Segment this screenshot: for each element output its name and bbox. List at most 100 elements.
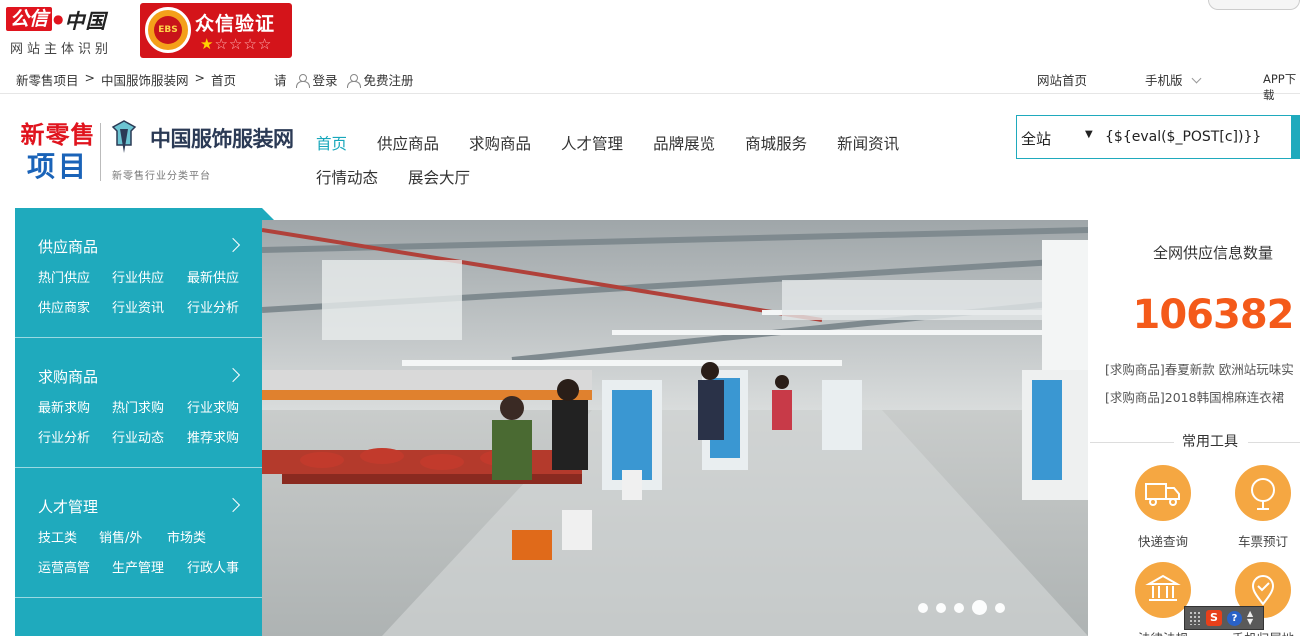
category-link[interactable]: 行业分析 [38, 427, 112, 446]
court-icon [1135, 562, 1191, 618]
breadcrumb-separator: > [194, 70, 205, 85]
slide-dot[interactable] [936, 602, 946, 613]
tools-title: 常用工具 [1182, 434, 1238, 450]
nav-item-talent[interactable]: 人才管理 [561, 132, 623, 154]
category-sidebar: 供应商品 热门供应 行业供应 最新供应 供应商家 行业资讯 行业分析 求购商品 … [15, 208, 274, 636]
mobile-version-dropdown[interactable]: 手机版 [1145, 70, 1201, 89]
tool-express-tracking[interactable]: 快递查询 [1123, 465, 1203, 550]
banner-slideshow[interactable] [262, 220, 1088, 636]
login-link[interactable]: 登录 [313, 70, 338, 89]
slide-dot[interactable] [972, 600, 987, 615]
category-links-row: 最新求购 热门求购 行业求购 [38, 397, 239, 416]
logo-line2: 项目 [26, 150, 89, 183]
drag-handle-icon[interactable] [1189, 611, 1201, 625]
site-home-link[interactable]: 网站首页 [1037, 70, 1087, 89]
nav-item-mall-service[interactable]: 商城服务 [745, 132, 807, 154]
category-link[interactable]: 运营高管 [38, 557, 112, 576]
news-item[interactable]: [求购商品]2018韩国棉麻连衣裙 [1105, 387, 1284, 406]
nav-item-brand-expo[interactable]: 品牌展览 [653, 132, 715, 154]
nav-item-supply[interactable]: 供应商品 [377, 132, 439, 154]
category-title[interactable]: 人才管理 [38, 496, 98, 517]
input-method-toolbar[interactable]: S ? ▲ ▼ [1184, 606, 1264, 630]
star-filled-icon: ★ [200, 35, 215, 53]
news-item[interactable]: [求购商品]春夏新款 欧洲站玩味实 [1105, 359, 1294, 378]
category-purchase: 求购商品 最新求购 热门求购 行业求购 行业分析 行业动态 推荐求购 [15, 338, 262, 468]
register-user-icon [346, 73, 361, 88]
register-link[interactable]: 免费注册 [364, 70, 414, 89]
category-link[interactable]: 行业资讯 [112, 297, 187, 316]
login-area: 请 登录 免费注册 [274, 70, 414, 89]
search-scope-select[interactable]: 全站 [1021, 128, 1051, 149]
breadcrumb-site[interactable]: 中国服饰服装网 [101, 70, 189, 89]
gongxin-red-text: 公信 [6, 7, 53, 31]
category-links-row: 热门供应 行业供应 最新供应 [38, 267, 239, 286]
category-link[interactable]: 行业分析 [187, 297, 239, 316]
category-link[interactable]: 热门求购 [112, 397, 187, 416]
zhongxin-seal-icon: EBS [145, 7, 191, 53]
zhongxin-title: 众信验证 [195, 13, 276, 35]
site-name: 中国服饰服装网 [150, 127, 294, 151]
stats-panel: 全网供应信息数量 106382 [求购商品]春夏新款 欧洲站玩味实 [求购商品]… [1088, 208, 1300, 636]
category-talent: 人才管理 技工类 销售/外 市场类 运营高管 生产管理 行政人事 [15, 468, 262, 598]
help-icon[interactable]: ? [1227, 610, 1242, 626]
tool-label: 车票预订 [1237, 534, 1288, 549]
nav-item-home[interactable]: 首页 [316, 132, 347, 154]
category-link[interactable]: 推荐求购 [187, 427, 239, 446]
logo-divider [100, 123, 101, 181]
category-link[interactable]: 行业动态 [112, 427, 187, 446]
category-title[interactable]: 求购商品 [38, 366, 98, 387]
top-edge-tab [1208, 0, 1300, 10]
gongxin-dot-icon: ● [53, 12, 64, 26]
truck-icon [1135, 465, 1191, 521]
slideshow-dots [918, 600, 1005, 615]
nav-row-1: 首页 供应商品 求购商品 人才管理 品牌展览 商城服务 新闻资讯 [316, 126, 956, 160]
category-link[interactable]: 行政人事 [187, 557, 239, 576]
mobile-version-label: 手机版 [1145, 73, 1183, 88]
star-empty-icon: ☆ [228, 35, 244, 53]
category-links-row: 运营高管 生产管理 行政人事 [38, 557, 239, 576]
site-logo[interactable]: 新零售 项目 [18, 120, 98, 184]
zhongxin-seal-text: EBS [154, 16, 182, 44]
category-link[interactable]: 市场类 [167, 527, 206, 546]
gongxin-black-text: 中国 [64, 8, 107, 33]
breadcrumb-project[interactable]: 新零售项目 [16, 70, 79, 89]
caret-down-icon[interactable]: ▼ [1085, 129, 1093, 140]
ticket-icon [1235, 465, 1291, 521]
chevron-right-icon[interactable] [225, 367, 241, 383]
category-links-row: 行业分析 行业动态 推荐求购 [38, 427, 239, 446]
nav-item-purchase[interactable]: 求购商品 [469, 132, 531, 154]
gongxin-subtitle: 网站主体识别 [10, 42, 113, 57]
slide-dot[interactable] [954, 602, 964, 613]
user-icon [295, 73, 310, 88]
category-link[interactable]: 技工类 [38, 527, 99, 546]
tool-ticket-booking[interactable]: 车票预订 [1223, 465, 1300, 550]
zhongxin-verification-badge[interactable]: EBS 众信验证 ★☆☆☆☆ [140, 3, 292, 58]
search-button[interactable] [1291, 116, 1300, 158]
category-link[interactable]: 最新供应 [187, 267, 239, 286]
updown-arrows-icon[interactable]: ▲ ▼ [1247, 610, 1253, 626]
breadcrumb: 新零售项目 > 中国服饰服装网 > 首页 [16, 70, 236, 89]
slide-dot[interactable] [918, 602, 928, 613]
gongxin-china-badge[interactable]: 公信 ● 中国 网站主体识别 [6, 6, 130, 58]
site-tagline: 新零售行业分类平台 [112, 171, 211, 182]
category-link[interactable]: 销售/外 [99, 527, 167, 546]
search-input[interactable] [1103, 116, 1289, 158]
nav-item-market-trends[interactable]: 行情动态 [316, 166, 378, 188]
category-link[interactable]: 生产管理 [112, 557, 187, 576]
nav-item-news[interactable]: 新闻资讯 [837, 132, 899, 154]
category-link[interactable]: 行业求购 [187, 397, 239, 416]
nav-item-exhibition-hall[interactable]: 展会大厅 [408, 166, 470, 188]
breadcrumb-current: 首页 [211, 73, 237, 88]
category-link[interactable]: 热门供应 [38, 267, 112, 286]
chevron-right-icon[interactable] [225, 237, 241, 253]
sogou-input-icon[interactable]: S [1206, 610, 1222, 626]
utility-bar: 新零售项目 > 中国服饰服装网 > 首页 请 登录 免费注册 网站首页 手机版 … [0, 64, 1300, 102]
slide-dot[interactable] [995, 602, 1005, 613]
category-link[interactable]: 最新求购 [38, 397, 112, 416]
category-title[interactable]: 供应商品 [38, 236, 98, 257]
category-link[interactable]: 行业供应 [112, 267, 187, 286]
category-link[interactable]: 供应商家 [38, 297, 112, 316]
tools-heading: 常用工具 [1088, 430, 1300, 450]
chevron-right-icon[interactable] [225, 497, 241, 513]
clothing-hanger-icon [111, 120, 137, 153]
